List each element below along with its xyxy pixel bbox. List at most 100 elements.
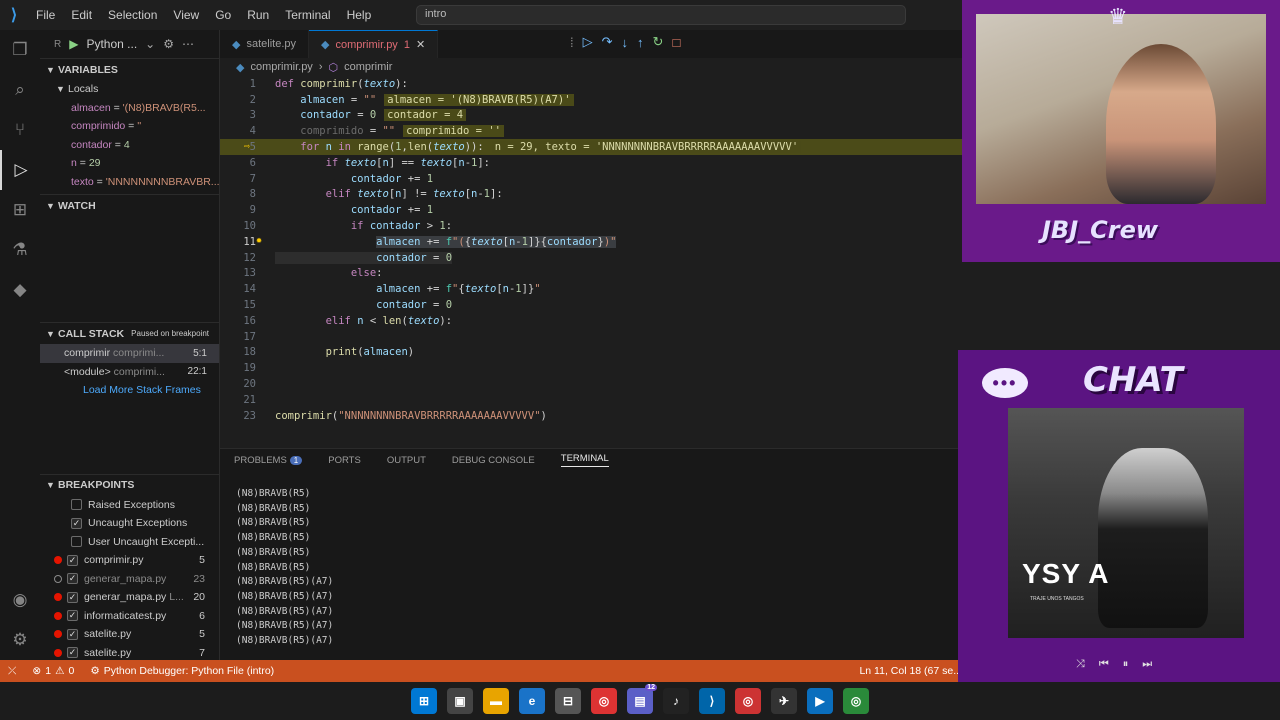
tab-terminal[interactable]: TERMINAL (560, 453, 609, 467)
chevron-down-icon[interactable]: ⌄ (145, 37, 155, 51)
testing-icon[interactable]: ⚗ (0, 230, 40, 270)
more-icon[interactable]: ⋯ (182, 37, 194, 51)
variable-row[interactable]: contador = 4 (40, 136, 219, 155)
problems-status[interactable]: ⊗ 1 ⚠ 0 (24, 665, 82, 677)
exception-breakpoint[interactable]: User Uncaught Excepti... (40, 533, 219, 552)
chrome-icon[interactable]: ◎ (591, 688, 617, 714)
checkbox[interactable]: ✓ (67, 610, 78, 622)
debugger-status[interactable]: ⚙ Python Debugger: Python File (intro) (82, 665, 282, 677)
menu-edit[interactable]: Edit (63, 8, 100, 22)
file-breakpoint[interactable]: ✓ generar_mapa.py L... 20 (40, 588, 219, 607)
continue-icon[interactable]: ▷ (583, 34, 593, 50)
checkbox[interactable] (71, 499, 82, 511)
menu-run[interactable]: Run (239, 8, 277, 22)
terminal-output[interactable]: (N8)BRAVB(R5) (N8)BRAVB(R5) (N8)BRAVB(R5… (220, 471, 970, 665)
zoom-icon[interactable]: ▶ (807, 688, 833, 714)
code-line[interactable]: 21 (220, 392, 970, 408)
code-line[interactable]: 10 if contador > 1: (220, 218, 970, 234)
breadcrumb-symbol[interactable]: comprimir (344, 61, 392, 73)
menu-terminal[interactable]: Terminal (277, 8, 338, 22)
tab-satelite[interactable]: ◆ satelite.py (220, 30, 309, 58)
menu-help[interactable]: Help (339, 8, 380, 22)
code-line[interactable]: 12 contador = 0 (220, 250, 970, 266)
shuffle-icon[interactable]: ⤨ (1076, 658, 1085, 671)
step-over-icon[interactable]: ↷ (602, 34, 613, 50)
cursor-position[interactable]: Ln 11, Col 18 (67 se... (851, 665, 970, 677)
task-view-icon[interactable]: ▣ (447, 688, 473, 714)
load-more-frames-link[interactable]: Load More Stack Frames (40, 381, 219, 400)
chrome-profile-icon[interactable]: ◎ (735, 688, 761, 714)
stack-frame[interactable]: comprimir comprimi... 5:1 (40, 344, 219, 363)
step-into-icon[interactable]: ↓ (622, 35, 629, 50)
lightbulb-icon[interactable]: ✹ (256, 235, 262, 246)
code-line[interactable]: 3 contador = 0 contador = 4 (220, 108, 970, 124)
gear-icon[interactable]: ⚙ (0, 620, 40, 660)
code-line[interactable]: 1 def comprimir(texto): (220, 76, 970, 92)
menu-file[interactable]: File (28, 8, 63, 22)
stop-icon[interactable]: □ (672, 35, 680, 50)
tab-comprimir[interactable]: ◆ comprimir.py 1 ✕ (309, 30, 439, 58)
exception-breakpoint[interactable]: Raised Exceptions (40, 496, 219, 515)
drag-handle-icon[interactable]: ⁞ (570, 35, 574, 50)
code-line[interactable]: 17 (220, 329, 970, 345)
edge-icon[interactable]: e (519, 688, 545, 714)
code-line[interactable]: 20 (220, 376, 970, 392)
checkbox[interactable]: ✓ (67, 647, 78, 659)
start-debug-icon[interactable]: ▶ (69, 37, 78, 51)
variable-row[interactable]: n = 29 (40, 154, 219, 173)
breadcrumb-file[interactable]: comprimir.py (250, 61, 312, 73)
search-icon[interactable]: ⌕ (0, 70, 40, 110)
variable-row[interactable]: texto = 'NNNNNNNNBRAVBR... (40, 173, 219, 192)
variables-header[interactable]: ▼ VARIABLES (40, 58, 219, 80)
source-control-icon[interactable]: ⑂ (0, 110, 40, 150)
locals-scope[interactable]: ▼ Locals (40, 80, 219, 99)
stack-frame[interactable]: <module> comprimi... 22:1 (40, 363, 219, 382)
file-breakpoint[interactable]: ✓ informaticatest.py 6 (40, 607, 219, 626)
exception-breakpoint[interactable]: ✓ Uncaught Exceptions (40, 514, 219, 533)
file-breakpoint[interactable]: ✓ satelite.py 7 (40, 644, 219, 661)
run-config-select[interactable]: Python ... (86, 37, 137, 51)
code-line[interactable]: 6 if texto[n] == texto[n-1]: (220, 155, 970, 171)
previous-icon[interactable]: ⏮ (1099, 658, 1109, 671)
variable-row[interactable]: comprimido = '' (40, 117, 219, 136)
code-line[interactable]: 19 (220, 360, 970, 376)
app-icon[interactable]: ✈ (771, 688, 797, 714)
code-line[interactable]: 8 elif texto[n] != texto[n-1]: (220, 187, 970, 203)
extensions-icon[interactable]: ⊞ (0, 190, 40, 230)
teams-icon[interactable]: ▤ 12 (627, 684, 657, 714)
code-line[interactable]: 18 print(almacen) (220, 345, 970, 361)
chrome-alt-icon[interactable]: ◎ (843, 688, 869, 714)
watch-header[interactable]: ▼ WATCH (40, 194, 219, 216)
code-line-selected[interactable]: 11 ✹ almacen += f"({texto[n-1]}{contador}… (220, 234, 970, 250)
checkbox[interactable]: ✓ (67, 591, 78, 603)
store-icon[interactable]: ⊟ (555, 688, 581, 714)
restart-icon[interactable]: ↻ (653, 34, 664, 50)
code-line[interactable]: 7 contador += 1 (220, 171, 970, 187)
file-breakpoint[interactable]: ✓ satelite.py 5 (40, 625, 219, 644)
tab-ports[interactable]: PORTS (328, 455, 361, 466)
account-icon[interactable]: ◉ (0, 580, 40, 620)
variable-row[interactable]: almacen = '(N8)BRAVB(R5... (40, 99, 219, 118)
run-debug-icon[interactable]: ▷ (0, 150, 40, 190)
code-line[interactable]: 15 contador = 0 (220, 297, 970, 313)
code-editor[interactable]: 1 def comprimir(texto): 2 almacen = "" alm… (220, 76, 970, 442)
explorer-icon[interactable]: ❐ (0, 30, 40, 70)
menu-view[interactable]: View (165, 8, 207, 22)
file-breakpoint[interactable]: ✓ comprimir.py 5 (40, 551, 219, 570)
gear-icon[interactable]: ⚙ (163, 37, 174, 51)
command-center-search[interactable]: intro (416, 5, 906, 25)
tab-debug-console[interactable]: DEBUG CONSOLE (452, 455, 535, 466)
tab-problems[interactable]: PROBLEMS 1 (234, 455, 303, 466)
checkbox[interactable]: ✓ (67, 554, 78, 566)
checkbox[interactable]: ✓ (71, 517, 82, 529)
menu-go[interactable]: Go (207, 8, 239, 22)
pause-icon[interactable]: ⏸ (1123, 658, 1129, 671)
code-line-current[interactable]: 5 ⇨ for n in range(1,len(texto)): n = 29, … (220, 139, 970, 155)
checkbox[interactable]: ✓ (67, 628, 78, 640)
remote-icon[interactable]: ⤫ (0, 665, 24, 678)
close-icon[interactable]: ✕ (416, 38, 425, 51)
callstack-header[interactable]: ▼ CALL STACK Paused on breakpoint (40, 322, 219, 344)
menu-selection[interactable]: Selection (100, 8, 165, 22)
file-breakpoint[interactable]: ✓ generar_mapa.py 23 (40, 570, 219, 589)
code-line[interactable]: 13 else: (220, 266, 970, 282)
